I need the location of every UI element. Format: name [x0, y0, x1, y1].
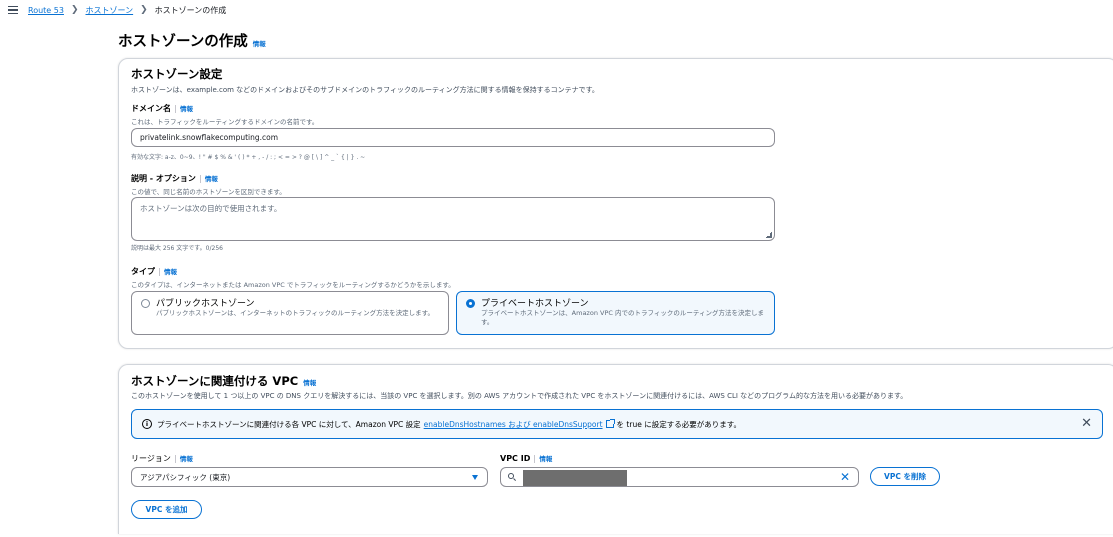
region-label-row: リージョン 情報	[131, 453, 193, 464]
private-hosted-zone-option[interactable]: プライベートホストゾーン プライベートホストゾーンは、Amazon VPC 内で…	[456, 291, 775, 335]
description-constraint: 説明は最大 256 文字です。0/256	[131, 245, 223, 252]
region-info-link[interactable]: 情報	[180, 455, 193, 463]
top-bar: Route 53 ❯ ホストゾーン ❯ ホストゾーンの作成	[0, 0, 1113, 20]
add-vpc-button[interactable]: VPC を追加	[131, 500, 202, 519]
caret-down-icon	[472, 475, 478, 480]
settings-title: ホストゾーン設定	[131, 67, 223, 81]
private-option-desc: プライベートホストゾーンは、Amazon VPC 内でのトラフィックのルーティン…	[481, 309, 764, 326]
description-placeholder: ホストゾーンは次の目的で使用されます。	[140, 204, 282, 213]
redacted-value	[523, 470, 627, 486]
alert-text-after: を true に設定する必要があります。	[616, 419, 741, 429]
private-radio[interactable]	[466, 299, 475, 308]
vpc-id-label-row: VPC ID 情報	[500, 453, 552, 463]
vpc-title: ホストゾーンに関連付ける VPC	[131, 374, 299, 388]
clear-icon[interactable]: ✕	[840, 470, 850, 484]
region-label: リージョン	[131, 454, 171, 463]
search-icon	[508, 473, 517, 482]
remove-vpc-button[interactable]: VPC を削除	[870, 467, 940, 486]
breadcrumb-current: ホストゾーンの作成	[154, 5, 227, 15]
external-link-icon	[605, 419, 615, 428]
close-icon[interactable]: ✕	[1081, 416, 1092, 431]
description-label-row: 説明 - オプション 情報	[131, 173, 218, 184]
type-label: タイプ	[131, 267, 155, 276]
vpc-id-search-input[interactable]: ✕	[500, 467, 859, 487]
type-info-link[interactable]: 情報	[164, 268, 177, 276]
domain-hint: これは、トラフィックをルーティングするドメインの名前です。	[131, 118, 319, 126]
alert-text-before: プライベートホストゾーンに関連付ける各 VPC に対して、Amazon VPC …	[157, 419, 421, 429]
public-hosted-zone-option[interactable]: パブリックホストゾーン パブリックホストゾーンは、インターネットのトラフィックの…	[131, 291, 449, 335]
vpc-description: このホストゾーンを使用して 1 つ以上の VPC の DNS クエリを解決するに…	[131, 392, 908, 400]
public-option-title: パブリックホストゾーン	[156, 299, 255, 309]
vpc-id-label: VPC ID	[500, 454, 531, 463]
domain-label: ドメイン名	[131, 104, 171, 113]
private-option-title: プライベートホストゾーン	[481, 299, 589, 309]
description-label: 説明 - オプション	[131, 174, 196, 183]
domain-name-input[interactable]: privatelink.snowflakecomputing.com	[131, 128, 775, 147]
description-textarea[interactable]: ホストゾーンは次の目的で使用されます。	[131, 197, 775, 241]
page-title: ホストゾーンの作成	[118, 34, 248, 50]
info-circle-icon: i	[142, 419, 152, 429]
type-hint: このタイプは、インターネットまたは Amazon VPC でトラフィックをルーテ…	[131, 281, 455, 289]
domain-name-value: privatelink.snowflakecomputing.com	[140, 133, 279, 142]
description-hint: この値で、同じ名前のホストゾーンを区別できます。	[131, 188, 286, 196]
region-value: アジアパシフィック (東京)	[140, 472, 231, 482]
region-select[interactable]: アジアパシフィック (東京)	[131, 467, 488, 487]
settings-description: ホストゾーンは、example.com などのドメインおよびそのサブドメインのト…	[131, 86, 599, 94]
breadcrumb-hosted-zones[interactable]: ホストゾーン	[86, 5, 134, 16]
domain-constraint: 有効な文字: a-z、0~9、! " # $ % & ' ( ) * + , -…	[131, 154, 366, 161]
breadcrumb-route53[interactable]: Route 53	[28, 6, 64, 15]
type-label-row: タイプ 情報	[131, 266, 177, 277]
vpc-association-panel	[118, 364, 1113, 534]
dns-settings-link[interactable]: enableDnsHostnames および enableDnsSupport	[424, 419, 603, 430]
public-radio[interactable]	[141, 299, 150, 308]
dns-settings-alert: i プライベートホストゾーンに関連付ける各 VPC に対して、Amazon VP…	[131, 409, 1103, 439]
chevron-right-icon: ❯	[70, 5, 79, 15]
vpc-info-link[interactable]: 情報	[303, 379, 316, 387]
domain-info-link[interactable]: 情報	[180, 105, 193, 113]
vpc-id-info-link[interactable]: 情報	[539, 455, 552, 463]
page-info-link[interactable]: 情報	[253, 38, 266, 48]
resize-handle-icon[interactable]	[766, 232, 772, 238]
domain-label-row: ドメイン名 情報	[131, 103, 193, 114]
menu-icon[interactable]	[8, 6, 18, 14]
page-title-row: ホストゾーンの作成 情報	[118, 30, 266, 51]
chevron-right-icon: ❯	[140, 5, 148, 15]
description-info-link[interactable]: 情報	[205, 175, 218, 183]
vpc-title-row: ホストゾーンに関連付ける VPC 情報	[131, 373, 316, 389]
public-option-desc: パブリックホストゾーンは、インターネットのトラフィックのルーティング方法を決定し…	[156, 309, 435, 317]
